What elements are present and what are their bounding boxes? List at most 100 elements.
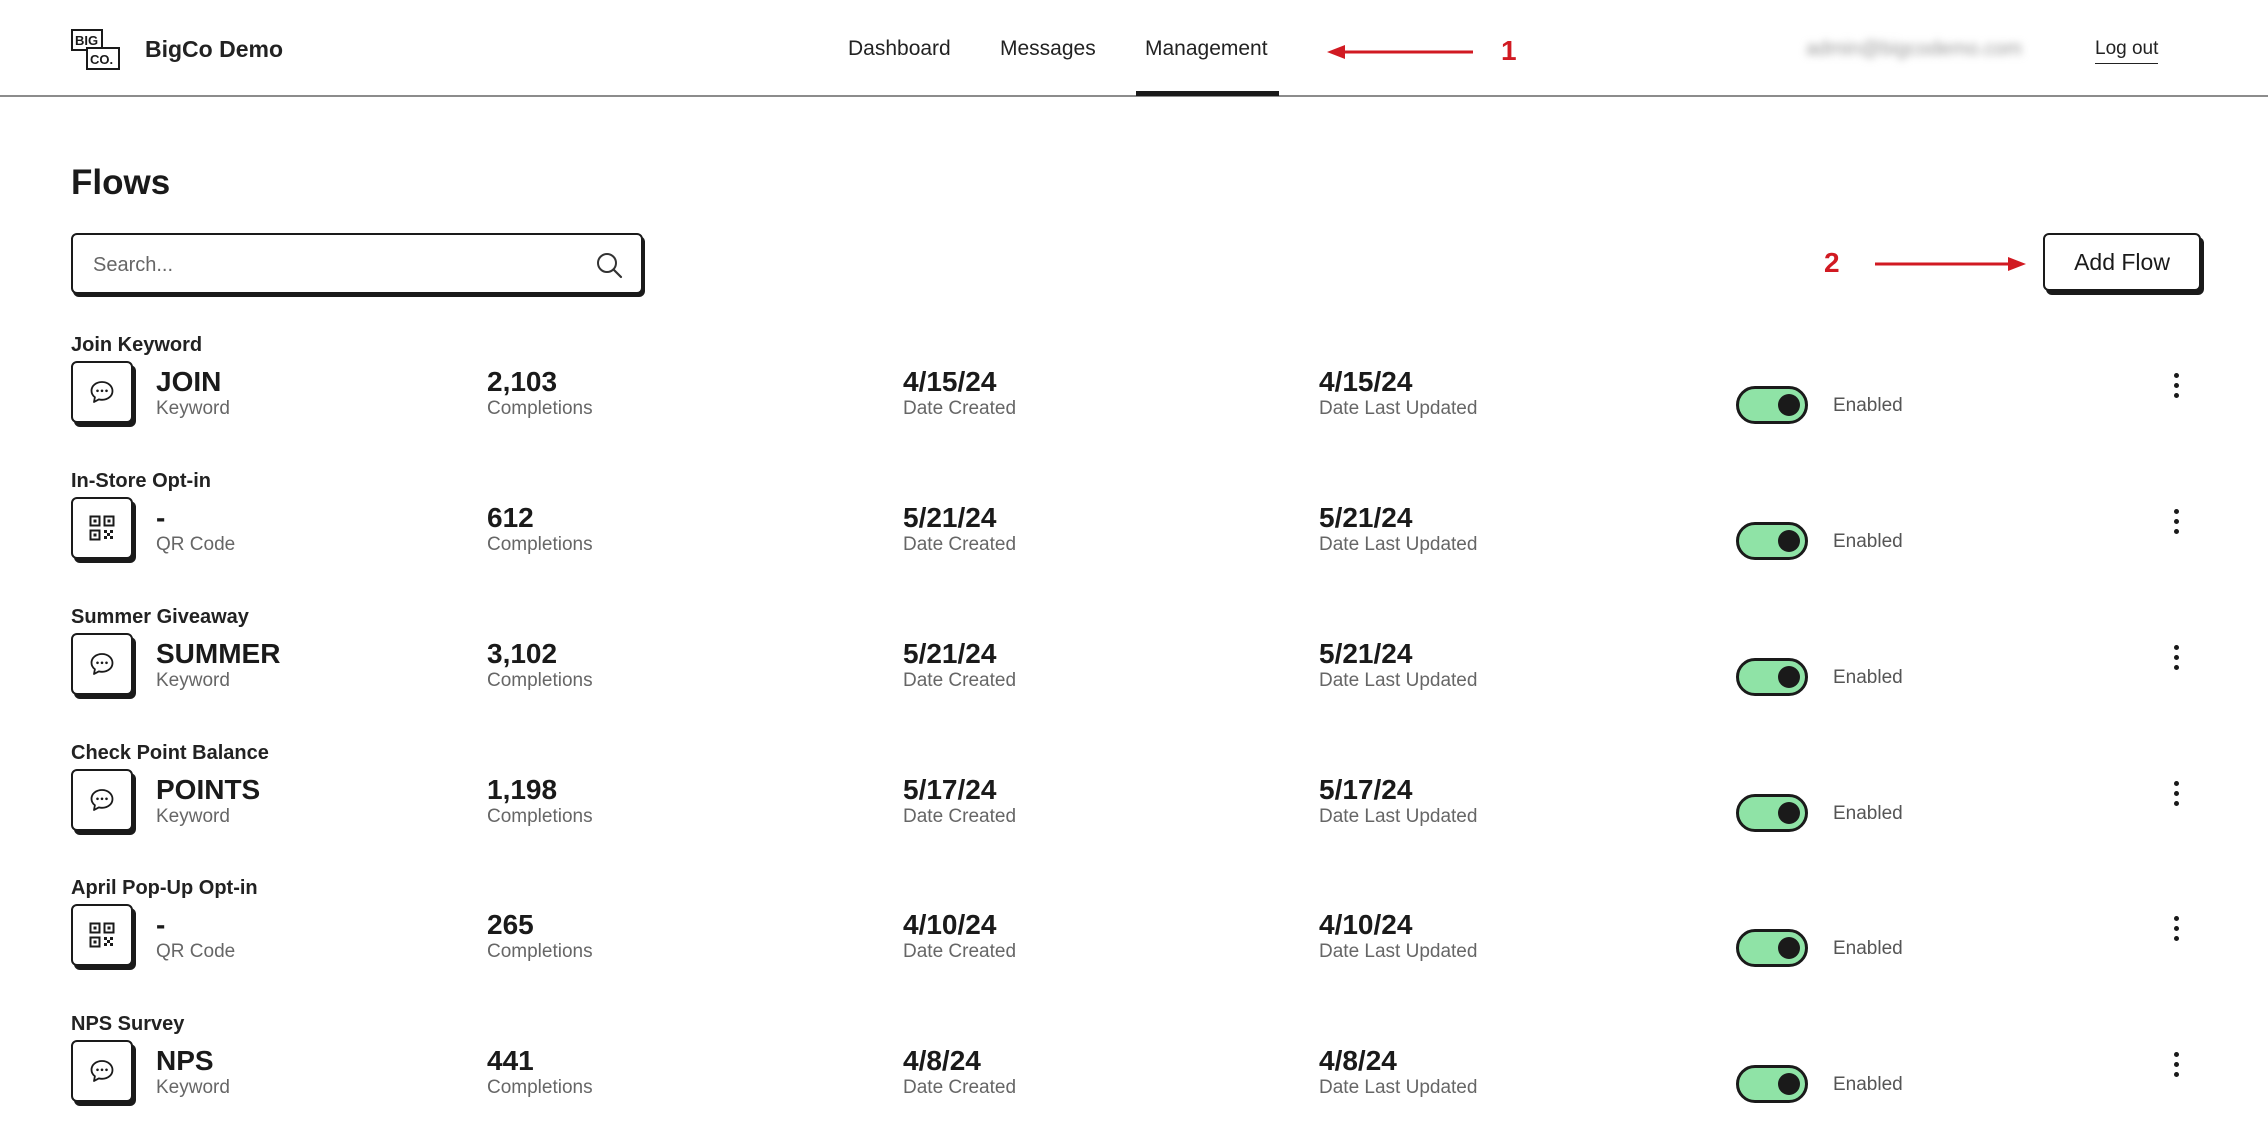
flow-completions-value: 1,198 — [487, 774, 558, 805]
flow-title: NPS Survey — [71, 1013, 185, 1035]
enabled-toggle[interactable] — [1736, 658, 1808, 696]
top-nav-bar: BIG CO. BigCo Demo Dashboard Messages Ma… — [0, 0, 2268, 97]
enabled-toggle[interactable] — [1736, 522, 1808, 560]
enabled-toggle[interactable] — [1736, 1065, 1808, 1103]
flow-trigger-type: Keyword — [156, 1077, 230, 1098]
flow-title: Summer Giveaway — [71, 606, 249, 628]
flow-date-created-value: 5/21/24 — [903, 502, 997, 533]
flow-date-updated-value: 5/21/24 — [1319, 502, 1413, 533]
toggle-knob — [1778, 666, 1800, 688]
flow-completions-value: 612 — [487, 502, 534, 533]
flow-title: April Pop-Up Opt-in — [71, 877, 258, 899]
date-updated-label: Date Last Updated — [1319, 806, 1478, 827]
more-options-icon[interactable] — [2164, 371, 2188, 401]
date-created-label: Date Created — [903, 670, 1017, 691]
more-options-icon[interactable] — [2164, 643, 2188, 673]
logo-text-top: BIG — [75, 33, 98, 48]
nav-active-indicator — [1136, 91, 1279, 96]
user-email: admin@bigcodemo.com — [1806, 38, 2022, 60]
flow-status-label: Enabled — [1833, 1074, 1903, 1095]
toggle-knob — [1778, 394, 1800, 416]
flow-title: In-Store Opt-in — [71, 470, 211, 492]
date-updated-label: Date Last Updated — [1319, 534, 1478, 555]
annotation-arrow-1 — [1327, 45, 1473, 59]
date-updated-label: Date Last Updated — [1319, 941, 1478, 962]
completions-label: Completions — [487, 534, 593, 555]
flow-trigger-value: POINTS — [156, 774, 261, 805]
more-options-icon[interactable] — [2164, 914, 2188, 944]
flow-date-created-value: 5/17/24 — [903, 774, 997, 805]
flow-date-updated-value: 4/15/24 — [1319, 366, 1413, 397]
flow-trigger-type: Keyword — [156, 670, 230, 691]
completions-label: Completions — [487, 398, 593, 419]
flow-row[interactable]: NPS Survey NPS Keyword 441 Completions 4… — [0, 1013, 2268, 1133]
enabled-toggle[interactable] — [1736, 794, 1808, 832]
date-updated-label: Date Last Updated — [1319, 670, 1478, 691]
flow-trigger-value: SUMMER — [156, 638, 281, 669]
date-created-label: Date Created — [903, 941, 1017, 962]
qr-code-icon — [89, 922, 115, 948]
toggle-knob — [1778, 1073, 1800, 1095]
flow-trigger-value: - — [156, 909, 166, 940]
flow-status-label: Enabled — [1833, 938, 1903, 959]
completions-label: Completions — [487, 806, 593, 827]
add-flow-button[interactable]: Add Flow — [2043, 233, 2201, 291]
flow-type-icon-box — [71, 361, 133, 423]
logo-text-bottom: CO. — [90, 52, 113, 67]
bigco-logo[interactable]: BIG CO. — [71, 29, 121, 71]
annotation-arrow-2 — [1875, 257, 2026, 271]
annotation-number-1: 1 — [1501, 35, 1517, 66]
more-options-icon[interactable] — [2164, 1050, 2188, 1080]
flow-date-updated-value: 5/17/24 — [1319, 774, 1413, 805]
brand-name[interactable]: BigCo Demo — [145, 36, 283, 63]
date-created-label: Date Created — [903, 398, 1017, 419]
chat-bubble-icon — [90, 653, 114, 675]
toggle-knob — [1778, 530, 1800, 552]
flow-date-created-value: 4/8/24 — [903, 1045, 981, 1076]
flow-row[interactable]: April Pop-Up Opt-in - QR Code 265 Comple… — [0, 877, 2268, 997]
flow-trigger-type: QR Code — [156, 941, 236, 962]
flow-title: Check Point Balance — [71, 742, 269, 764]
more-options-icon[interactable] — [2164, 507, 2188, 537]
logout-link[interactable]: Log out — [2095, 38, 2159, 64]
flow-row[interactable]: Join Keyword JOIN Keyword 2,103 Completi… — [0, 334, 2268, 454]
flow-trigger-value: - — [156, 502, 166, 533]
more-options-icon[interactable] — [2164, 779, 2188, 809]
flow-date-created-value: 5/21/24 — [903, 638, 997, 669]
page-title: Flows — [71, 163, 171, 202]
flow-completions-value: 265 — [487, 909, 534, 940]
flow-trigger-type: Keyword — [156, 398, 230, 419]
search-field[interactable] — [71, 233, 643, 294]
flow-status-label: Enabled — [1833, 531, 1903, 552]
nav-management[interactable]: Management — [1145, 37, 1268, 61]
completions-label: Completions — [487, 1077, 593, 1098]
flow-type-icon-box — [71, 497, 133, 559]
flow-row[interactable]: Check Point Balance POINTS Keyword 1,198… — [0, 742, 2268, 862]
flow-type-icon-box — [71, 904, 133, 966]
enabled-toggle[interactable] — [1736, 929, 1808, 967]
flow-trigger-type: Keyword — [156, 806, 230, 827]
flow-trigger-value: JOIN — [156, 366, 222, 397]
date-updated-label: Date Last Updated — [1319, 1077, 1478, 1098]
toggle-knob — [1778, 937, 1800, 959]
flow-row[interactable]: In-Store Opt-in - QR Code 612 Completion… — [0, 470, 2268, 590]
flow-date-updated-value: 4/8/24 — [1319, 1045, 1397, 1076]
nav-messages[interactable]: Messages — [1000, 37, 1096, 61]
completions-label: Completions — [487, 670, 593, 691]
date-created-label: Date Created — [903, 1077, 1017, 1098]
chat-bubble-icon — [90, 789, 114, 811]
nav-dashboard[interactable]: Dashboard — [848, 37, 951, 61]
flow-type-icon-box — [71, 769, 133, 831]
flow-row[interactable]: Summer Giveaway SUMMER Keyword 3,102 Com… — [0, 606, 2268, 726]
flow-completions-value: 441 — [487, 1045, 534, 1076]
flow-date-updated-value: 5/21/24 — [1319, 638, 1413, 669]
flow-status-label: Enabled — [1833, 395, 1903, 416]
flow-completions-value: 3,102 — [487, 638, 558, 669]
enabled-toggle[interactable] — [1736, 386, 1808, 424]
flow-date-updated-value: 4/10/24 — [1319, 909, 1413, 940]
chat-bubble-icon — [90, 1060, 114, 1082]
search-input[interactable] — [91, 249, 565, 281]
date-created-label: Date Created — [903, 806, 1017, 827]
completions-label: Completions — [487, 941, 593, 962]
search-icon[interactable] — [594, 250, 624, 280]
